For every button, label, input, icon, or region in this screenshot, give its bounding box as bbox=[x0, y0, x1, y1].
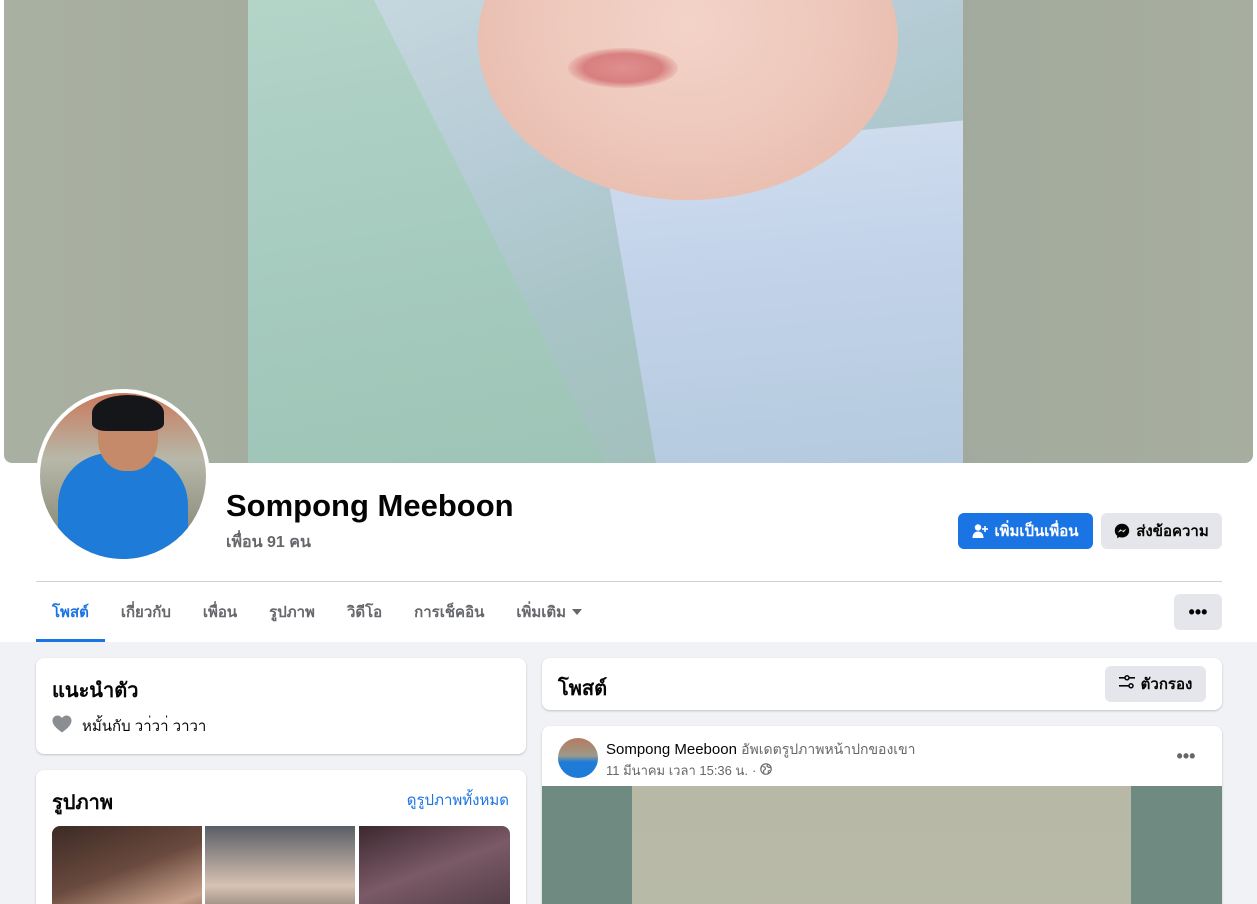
add-friend-label: เพิ่มเป็นเพื่อน bbox=[994, 523, 1079, 540]
post-timestamp[interactable]: 11 มีนาคม เวลา 15:36 น. bbox=[606, 760, 748, 781]
post-more-button[interactable]: ••• bbox=[1168, 742, 1204, 770]
avatar[interactable] bbox=[40, 393, 206, 559]
tab-videos[interactable]: วิดีโอ bbox=[331, 582, 398, 642]
post-author-avatar[interactable] bbox=[558, 738, 598, 778]
heart-icon bbox=[52, 715, 72, 737]
tab-friends[interactable]: เพื่อน bbox=[187, 582, 253, 642]
tab-label: เกี่ยวกับ bbox=[120, 604, 171, 621]
post-action-text: อัพเดตรูปภาพหน้าปกของเขา bbox=[741, 741, 916, 757]
profile-header: Sompong Meeboon เพื่อน 91 คน เพิ่มเป็นเพ… bbox=[0, 0, 1257, 642]
filter-label: ตัวกรอง bbox=[1140, 676, 1193, 693]
tab-label: การเช็คอิน bbox=[414, 604, 485, 621]
post-author-name[interactable]: Sompong Meeboon bbox=[606, 741, 737, 758]
posts-header: โพสต์ ตัวกรอง bbox=[542, 658, 1222, 710]
add-friend-icon bbox=[972, 523, 989, 539]
intro-title: แนะนำตัว bbox=[52, 680, 139, 702]
more-icon: ••• bbox=[1176, 745, 1196, 766]
photo-thumbnail[interactable] bbox=[359, 826, 510, 904]
message-button[interactable]: ส่งข้อความ bbox=[1101, 513, 1222, 549]
tab-label: รูปภาพ bbox=[269, 604, 315, 621]
tab-about[interactable]: เกี่ยวกับ bbox=[105, 582, 187, 642]
filter-button[interactable]: ตัวกรอง bbox=[1105, 666, 1206, 702]
photo-thumbnail[interactable] bbox=[205, 826, 355, 904]
tab-label: วิดีโอ bbox=[346, 604, 383, 621]
see-all-photos-link[interactable]: ดูรูปภาพทั้งหมด bbox=[407, 788, 509, 812]
tab-more[interactable]: เพิ่มเติม bbox=[500, 582, 598, 642]
intro-card: แนะนำตัว หมั้นกับ วา่วา่ วาวา bbox=[36, 658, 526, 754]
friends-count[interactable]: เพื่อน 91 คน bbox=[226, 530, 311, 555]
photos-card: รูปภาพ ดูรูปภาพทั้งหมด bbox=[36, 770, 526, 904]
posts-title: โพสต์ bbox=[558, 678, 608, 700]
cover-photo[interactable] bbox=[4, 0, 1253, 463]
photo-thumbnail[interactable] bbox=[52, 826, 202, 904]
post-meta: 11 มีนาคม เวลา 15:36 น. · bbox=[606, 760, 773, 781]
profile-tabs: โพสต์ เกี่ยวกับ เพื่อน รูปภาพ วิดีโอ การ… bbox=[36, 582, 598, 642]
filter-icon bbox=[1118, 675, 1135, 693]
tab-label: เพิ่มเติม bbox=[516, 604, 567, 621]
post-author-line: Sompong Meeboon อัพเดตรูปภาพหน้าปกของเขา bbox=[606, 739, 916, 761]
more-icon: ••• bbox=[1188, 601, 1208, 622]
tab-posts[interactable]: โพสต์ bbox=[36, 582, 105, 642]
tab-label: เพื่อน bbox=[202, 604, 238, 621]
meta-separator: · bbox=[752, 763, 757, 778]
profile-name: Sompong Meeboon bbox=[226, 488, 514, 523]
more-options-button[interactable]: ••• bbox=[1174, 594, 1222, 630]
relationship-text: หมั้นกับ วา่วา่ วาวา bbox=[82, 718, 207, 735]
cover-photo-image bbox=[248, 0, 963, 463]
chevron-down-icon bbox=[572, 609, 583, 615]
tab-photos[interactable]: รูปภาพ bbox=[253, 582, 331, 642]
messenger-icon bbox=[1114, 523, 1130, 539]
message-label: ส่งข้อความ bbox=[1136, 523, 1209, 540]
relationship-row: หมั้นกับ วา่วา่ วาวา bbox=[52, 714, 206, 738]
tab-checkins[interactable]: การเช็คอิน bbox=[398, 582, 500, 642]
post-image[interactable] bbox=[542, 786, 1222, 904]
post-card: Sompong Meeboon อัพเดตรูปภาพหน้าปกของเขา… bbox=[542, 726, 1222, 904]
photos-title: รูปภาพ bbox=[52, 792, 114, 814]
add-friend-button[interactable]: เพิ่มเป็นเพื่อน bbox=[958, 513, 1093, 549]
tab-label: โพสต์ bbox=[52, 604, 89, 621]
globe-icon bbox=[760, 763, 773, 778]
